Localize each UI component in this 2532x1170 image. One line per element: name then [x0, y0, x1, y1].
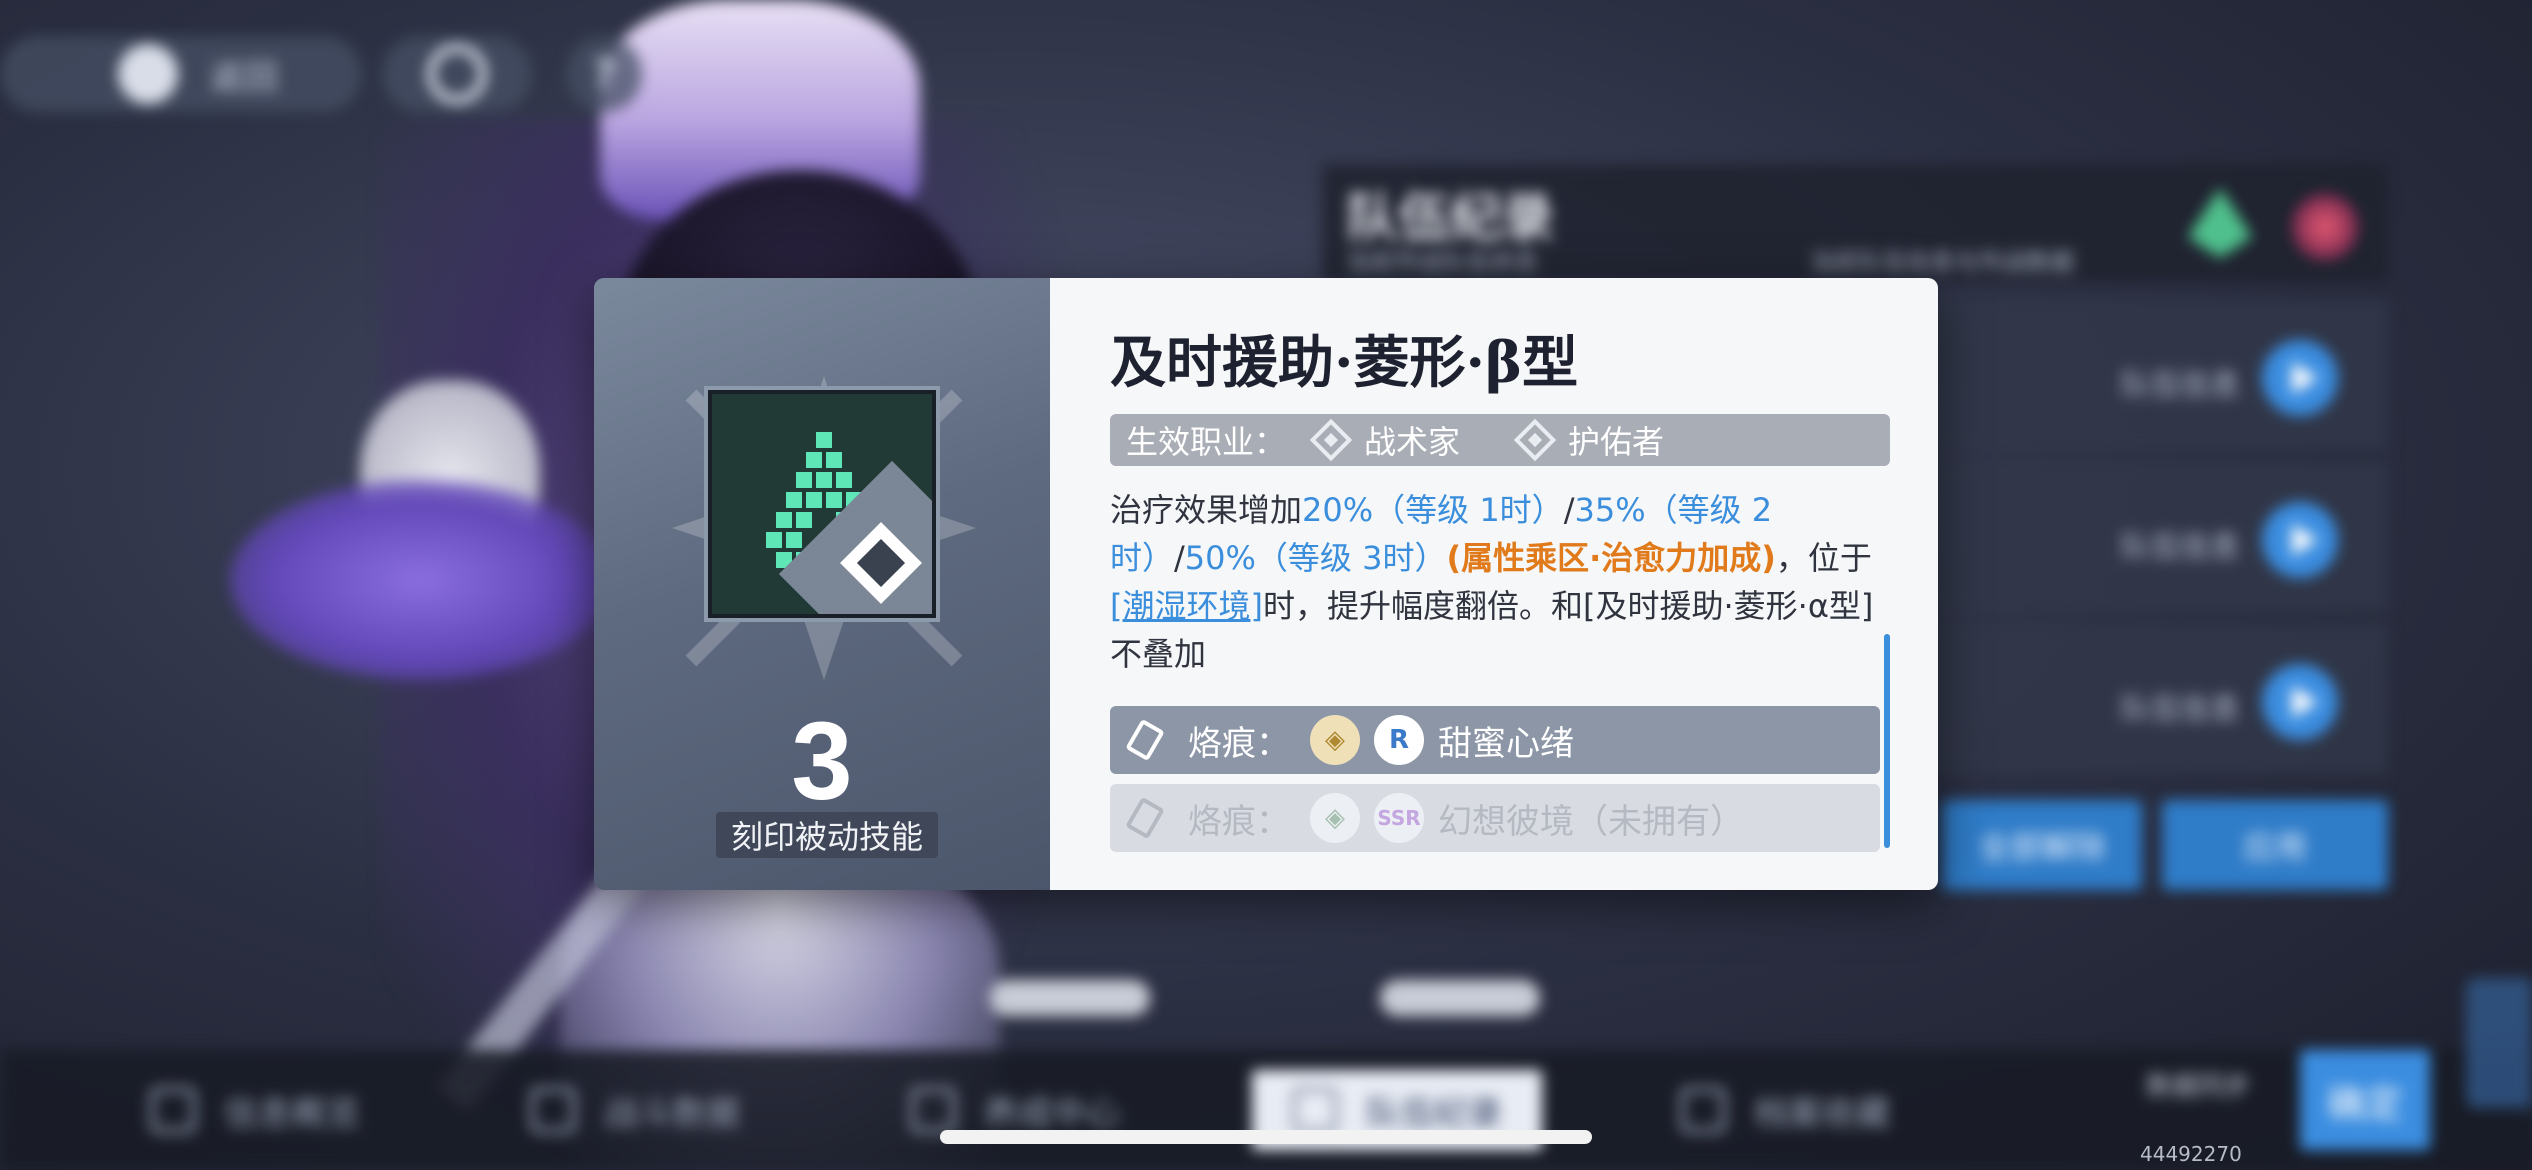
humid-environment-link[interactable]: [潮湿环境]: [1110, 587, 1263, 625]
imprint-tag-icon: [1125, 718, 1165, 762]
class-item: 战术家: [1309, 417, 1461, 463]
imprint-row[interactable]: 烙痕： ◈ R 甜蜜心绪: [1110, 706, 1880, 774]
character-frill: [230, 480, 610, 680]
team-row-label: 队伍信息: [2120, 530, 2240, 565]
nav-icon: [150, 1087, 196, 1133]
nav-icon: [1680, 1087, 1726, 1133]
red-gem-icon[interactable]: [2292, 194, 2358, 260]
skill-card-panel: 3 刻印被动技能: [594, 278, 1050, 890]
play-icon[interactable]: [2262, 502, 2338, 578]
back-icon: [118, 44, 178, 104]
team-row[interactable]: 队伍信息: [1880, 624, 2388, 774]
skill-title: 及时援助·菱形·β型: [1110, 330, 1579, 396]
nav-icon: [910, 1087, 956, 1133]
nav-meta: 数据同步: [2146, 1072, 2251, 1102]
desc-level1: 20%（等级 1时）: [1302, 491, 1564, 529]
help-button[interactable]: ?: [566, 36, 642, 112]
team-record-subtitle: 当前作战队伍状态: [1346, 248, 1538, 276]
desc-text: 治疗效果增加: [1110, 491, 1303, 529]
green-gem-icon[interactable]: [2188, 188, 2252, 258]
team-row[interactable]: 队伍信息: [1880, 462, 2388, 612]
scrollbar[interactable]: [1884, 634, 1890, 848]
skill-info-panel: 及时援助·菱形·β型 生效职业： 战术家 护佑者 治疗效果增加20%（等级 1时…: [1050, 278, 1938, 890]
confirm-button[interactable]: 确定: [2300, 1050, 2430, 1150]
clear-all-button[interactable]: 全部解除: [1942, 800, 2142, 890]
nav-item[interactable]: 档案收藏: [1680, 1070, 1890, 1150]
team-record-subtitle-right: 当前队伍信息与作战数据: [1810, 248, 2074, 276]
apply-button[interactable]: 应用: [2162, 800, 2388, 890]
home-button[interactable]: [382, 36, 532, 112]
user-id: 44492270: [2140, 1142, 2242, 1166]
home-icon: [427, 44, 487, 104]
help-label: ?: [592, 51, 616, 97]
imprint-class-icon: ◈: [1310, 793, 1360, 843]
team-row-label: 队伍信息: [2120, 692, 2240, 727]
home-indicator[interactable]: [940, 1130, 1592, 1144]
nav-label: 养成中心: [984, 1093, 1120, 1134]
team-row-label: 队伍信息: [2120, 368, 2240, 403]
skill-icon: [708, 390, 936, 618]
imprint-label: 烙痕：: [1188, 723, 1290, 764]
rarity-badge: SSR: [1374, 793, 1424, 843]
team-row[interactable]: 队伍信息: [1880, 300, 2388, 450]
imprint-row[interactable]: 烙痕： ◈ SSR 幻想彼境（未拥有）: [1110, 784, 1880, 852]
nav-item[interactable]: 战斗数据: [530, 1070, 740, 1150]
team-record-title: 队伍纪录: [1346, 188, 1555, 249]
nav-label: 档案收藏: [1754, 1093, 1890, 1134]
nav-label: 战斗数据: [604, 1093, 740, 1134]
effective-class-label: 生效职业：: [1126, 423, 1287, 461]
nav-label: 信息概览: [224, 1093, 360, 1134]
skill-detail-popup: 3 刻印被动技能 及时援助·菱形·β型 生效职业： 战术家 护佑者 治疗效果增加…: [594, 278, 1938, 890]
class-icon: [1513, 418, 1557, 462]
imprint-name: 幻想彼境（未拥有）: [1438, 801, 1744, 842]
desc-level3: 50%（等级 3时）: [1184, 539, 1447, 577]
nav-label: 队伍纪录: [1366, 1093, 1502, 1134]
page-indicator: [1380, 980, 1540, 1016]
rarity-badge: R: [1374, 715, 1424, 765]
class-icon: [1309, 418, 1353, 462]
imprint-tag-icon: [1125, 796, 1165, 840]
imprint-label: 烙痕：: [1188, 801, 1290, 842]
desc-text: ，位于: [1775, 539, 1872, 577]
skill-description: 治疗效果增加20%（等级 1时）/35%（等级 2时）/50%（等级 3时）(属…: [1110, 486, 1890, 678]
class-name: 护佑者: [1568, 423, 1665, 461]
team-record-panel: 队伍纪录 当前作战队伍状态 当前队伍信息与作战数据: [1322, 164, 2388, 282]
desc-multiplier-note: (属性乘区·治愈力加成): [1446, 539, 1776, 577]
skill-cost: 3: [791, 700, 853, 823]
class-item: 护佑者: [1513, 417, 1665, 463]
back-button[interactable]: 返回: [0, 36, 362, 112]
nav-icon: [1292, 1087, 1338, 1133]
nav-item[interactable]: 信息概览: [150, 1070, 360, 1150]
desc-sep: /: [1174, 539, 1185, 577]
back-label: 返回: [210, 57, 278, 98]
play-icon[interactable]: [2262, 664, 2338, 740]
nav-icon: [530, 1087, 576, 1133]
side-tab[interactable]: [2466, 978, 2532, 1108]
skill-type-tag: 刻印被动技能: [716, 812, 938, 858]
play-icon[interactable]: [2262, 340, 2338, 416]
class-name: 战术家: [1364, 423, 1461, 461]
page-indicator: [990, 980, 1150, 1016]
imprint-class-icon: ◈: [1310, 715, 1360, 765]
effective-class-bar: 生效职业： 战术家 护佑者: [1110, 414, 1890, 466]
imprint-name: 甜蜜心绪: [1438, 723, 1574, 764]
desc-sep: /: [1563, 491, 1575, 529]
